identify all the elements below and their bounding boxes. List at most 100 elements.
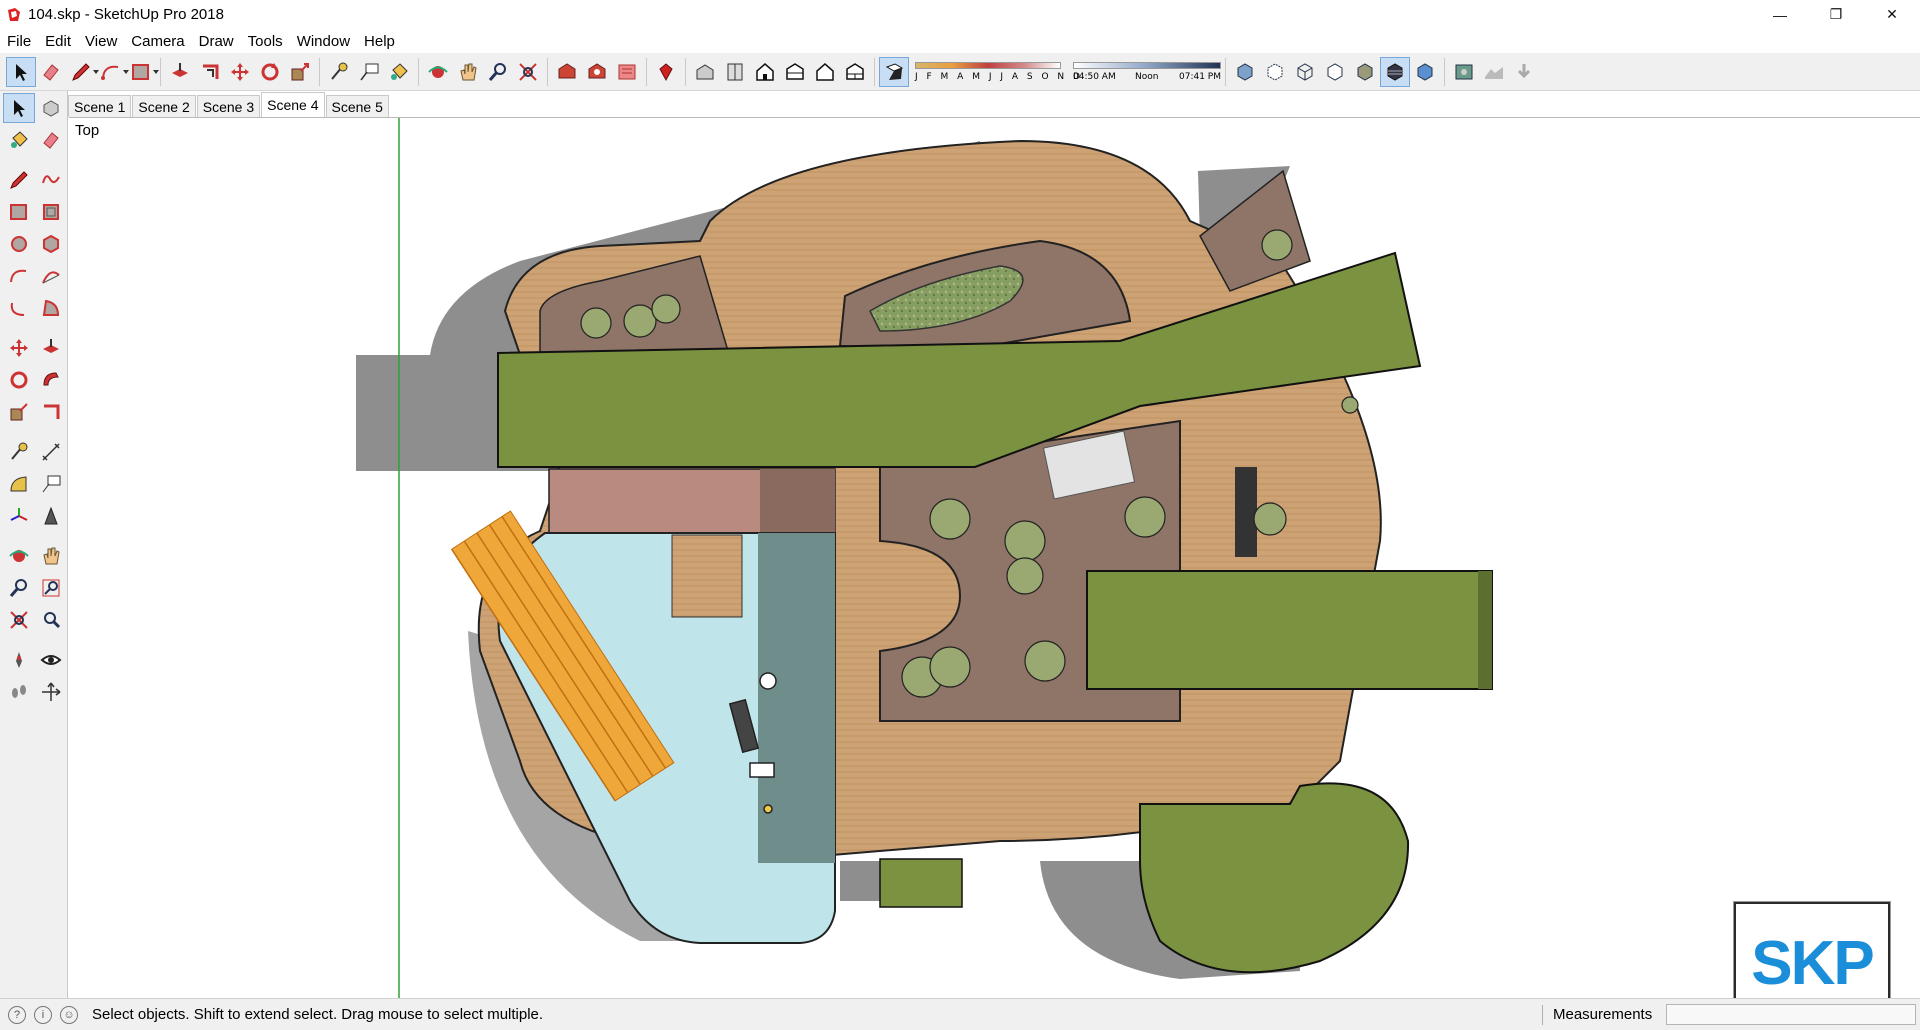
pie-tool[interactable] — [35, 293, 67, 323]
geo-location-icon[interactable]: ? — [8, 1005, 26, 1024]
push-pull-button[interactable] — [165, 57, 195, 87]
dimension-tool[interactable] — [35, 437, 67, 467]
menu-tools[interactable]: Tools — [241, 33, 290, 50]
rotated-rectangle-tool[interactable] — [35, 197, 67, 227]
look-around-tool[interactable] — [35, 645, 67, 675]
wireframe-button[interactable] — [1290, 57, 1320, 87]
tape-measure-button[interactable] — [324, 57, 354, 87]
date-slider[interactable]: J F M A M J J A S O N D — [913, 59, 1080, 85]
menu-view[interactable]: View — [78, 33, 124, 50]
two-point-arc-tool[interactable] — [35, 261, 67, 291]
menu-help[interactable]: Help — [357, 33, 402, 50]
previous-view-tool[interactable] — [35, 605, 67, 635]
zoom-window-tool[interactable] — [35, 573, 67, 603]
arc-tool[interactable] — [3, 261, 35, 291]
model-viewport[interactable]: Top — [69, 117, 1920, 998]
offset-button[interactable] — [195, 57, 225, 87]
follow-me-tool[interactable] — [35, 365, 67, 395]
text-tool[interactable] — [35, 469, 67, 499]
tab-scene-5[interactable]: Scene 5 — [325, 95, 389, 117]
line-tool-button[interactable] — [66, 57, 99, 87]
scale-button[interactable] — [285, 57, 315, 87]
zoom-tool[interactable] — [3, 573, 35, 603]
front-view-button[interactable] — [750, 57, 780, 87]
toggle-terrain-button[interactable] — [1479, 57, 1509, 87]
select-tool[interactable] — [3, 93, 35, 123]
tab-scene-1[interactable]: Scene 1 — [68, 95, 132, 117]
axes-tool[interactable] — [3, 501, 35, 531]
move-tool[interactable] — [3, 333, 35, 363]
make-component-tool[interactable] — [35, 93, 67, 123]
menu-window[interactable]: Window — [290, 33, 357, 50]
tab-scene-4[interactable]: Scene 4 — [261, 92, 325, 117]
iso-view-button[interactable] — [690, 57, 720, 87]
photo-textures-button[interactable] — [1509, 57, 1539, 87]
right-view-button[interactable] — [780, 57, 810, 87]
menu-edit[interactable]: Edit — [38, 33, 78, 50]
text-tool-button[interactable] — [354, 57, 384, 87]
rotate-tool[interactable] — [3, 365, 35, 395]
pan-tool[interactable] — [35, 541, 67, 571]
extension-warehouse-button[interactable] — [612, 57, 642, 87]
walk-tool[interactable] — [3, 677, 35, 707]
three-point-arc-tool[interactable] — [3, 293, 35, 323]
share-model-button[interactable] — [582, 57, 612, 87]
line-tool[interactable] — [3, 165, 35, 195]
shadows-toggle-button[interactable] — [879, 56, 909, 87]
circle-tool[interactable] — [3, 229, 35, 259]
position-camera-tool[interactable] — [3, 645, 35, 675]
xray-button[interactable] — [1230, 57, 1260, 87]
title-bar: 104.skp - SketchUp Pro 2018 — ❐ ✕ — [0, 0, 1920, 29]
arc-tool-button[interactable] — [96, 57, 129, 87]
user-account-icon[interactable]: ☺ — [60, 1005, 78, 1024]
zoom-button[interactable] — [483, 57, 513, 87]
tab-scene-2[interactable]: Scene 2 — [132, 95, 196, 117]
shaded-button[interactable] — [1350, 57, 1380, 87]
protractor-tool[interactable] — [3, 469, 35, 499]
paint-bucket-button[interactable] — [384, 57, 414, 87]
freehand-tool[interactable] — [35, 165, 67, 195]
extension-manager-button[interactable] — [651, 57, 681, 87]
back-edges-button[interactable] — [1260, 57, 1290, 87]
hidden-line-button[interactable] — [1320, 57, 1350, 87]
offset-tool[interactable] — [35, 397, 67, 427]
zoom-extents-button[interactable] — [513, 57, 543, 87]
monochrome-button[interactable] — [1410, 57, 1440, 87]
add-location-button[interactable] — [1449, 57, 1479, 87]
tab-scene-3[interactable]: Scene 3 — [196, 95, 261, 117]
move-button[interactable] — [225, 57, 255, 87]
pan-button[interactable] — [453, 57, 483, 87]
credits-icon[interactable]: i — [34, 1005, 52, 1024]
shaded-textures-button[interactable] — [1380, 56, 1410, 87]
measurements-input[interactable] — [1666, 1004, 1916, 1025]
orbit-tool[interactable] — [3, 541, 35, 571]
polygon-tool[interactable] — [35, 229, 67, 259]
orbit-button[interactable] — [423, 57, 453, 87]
select-tool-button[interactable] — [6, 56, 36, 87]
menu-camera[interactable]: Camera — [124, 33, 191, 50]
zoom-extents-tool[interactable] — [3, 605, 35, 635]
restore-button[interactable]: ❐ — [1808, 0, 1864, 29]
tape-measure-icon — [331, 62, 348, 80]
menu-draw[interactable]: Draw — [192, 33, 241, 50]
close-button[interactable]: ✕ — [1864, 0, 1920, 29]
section-plane-tool[interactable] — [35, 677, 67, 707]
3d-text-tool[interactable] — [35, 501, 67, 531]
paint-bucket-tool[interactable] — [3, 125, 35, 155]
eraser-tool[interactable] — [35, 125, 67, 155]
push-pull-tool[interactable] — [35, 333, 67, 363]
rectangle-tool[interactable] — [3, 197, 35, 227]
tape-measure-tool[interactable] — [3, 437, 35, 467]
scale-tool[interactable] — [3, 397, 35, 427]
back-view-button[interactable] — [810, 57, 840, 87]
rectangle-tool-button[interactable] — [126, 57, 159, 87]
top-view-button[interactable] — [720, 57, 750, 87]
rotate-button[interactable] — [255, 57, 285, 87]
3d-warehouse-button[interactable] — [552, 57, 582, 87]
shadow-settings-widget: J F M A M J J A S O N D 04:50 AM Noon 07… — [913, 57, 1221, 87]
minimize-button[interactable]: — — [1752, 0, 1808, 29]
menu-file[interactable]: File — [0, 33, 38, 50]
left-view-button[interactable] — [840, 57, 870, 87]
eraser-tool-button[interactable] — [36, 57, 66, 87]
time-slider[interactable]: 04:50 AM Noon 07:41 PM — [1073, 59, 1221, 85]
